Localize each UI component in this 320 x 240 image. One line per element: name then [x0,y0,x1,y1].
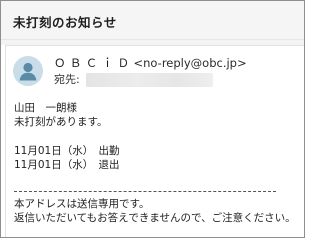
recipient-greeting: 山田 一朗様 [14,102,77,114]
sender-email[interactable]: <no-reply@obc.jp> [134,56,247,70]
message-text: 未打刻があります。 [14,116,108,128]
recipient-address-redacted [86,73,213,87]
entry-clock-in: 11月01日（水） 出勤 [14,145,120,157]
person-icon [19,62,37,81]
email-subject: 未打刻のお知らせ [13,15,117,30]
footer-divider [14,191,276,192]
entry-clock-out: 11月01日（水） 退出 [14,159,120,171]
sender-line: ＯＢＣｉＤ<no-reply@obc.jp> [54,55,247,71]
sender-avatar[interactable] [13,56,43,86]
footer-note-1: 本アドレスは送信専用です。 [14,198,150,210]
message-card: ＯＢＣｉＤ<no-reply@obc.jp> 宛先: 山田 一朗様 未打刻があり… [5,45,304,237]
email-header-bar: 未打刻のお知らせ [1,1,304,40]
email-window: 未打刻のお知らせ ＯＢＣｉＤ<no-reply@obc.jp> 宛先: 山田 一… [0,0,305,238]
sender-name[interactable]: ＯＢＣｉＤ [54,56,134,70]
to-label: 宛先: [54,73,80,86]
recipient-row: 宛先: [54,73,213,89]
footer-note-2: 返信いただいてもお答えできませんので、ご注意ください。 [14,212,296,224]
